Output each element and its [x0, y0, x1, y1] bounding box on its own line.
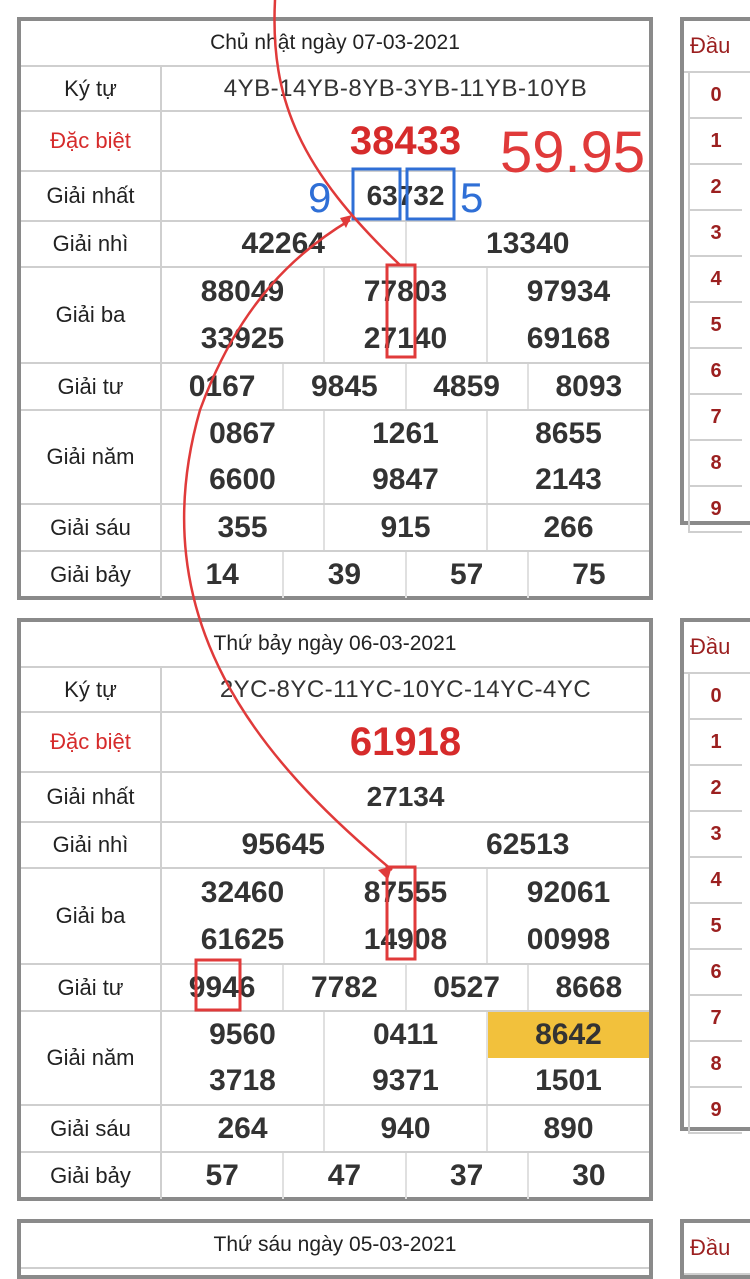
highlight-box-red — [385, 865, 417, 961]
arrow-head — [378, 866, 392, 880]
highlight-box-red — [385, 263, 417, 359]
annotation-right-digit: 5 — [460, 174, 483, 221]
arrow-line — [182, 218, 393, 871]
highlight-box-blue — [405, 167, 456, 221]
annotation-big-number: 59.95 — [500, 120, 645, 185]
highlight-box-red — [194, 958, 242, 1012]
highlight-box-blue — [351, 167, 402, 221]
annotation-left-digit: 9 — [308, 174, 331, 221]
arrow-line — [273, 0, 401, 266]
annotation-overlay: 59.95 9 5 — [182, 0, 645, 1012]
